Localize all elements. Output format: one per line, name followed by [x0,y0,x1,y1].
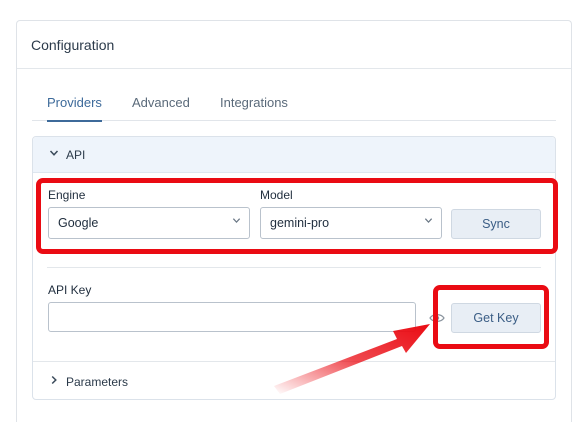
card-title: Configuration [17,21,571,69]
api-key-label: API Key [48,283,92,297]
get-key-button[interactable]: Get Key [451,303,541,333]
tab-bar: Providers Advanced Integrations [32,83,556,122]
sync-button[interactable]: Sync [451,209,541,239]
api-section-title: API [66,147,86,162]
chevron-right-icon [49,375,59,388]
tab-advanced[interactable]: Advanced [132,95,190,120]
configuration-card: Configuration Providers Advanced Integra… [16,20,572,422]
engine-select[interactable]: Google [48,207,250,239]
engine-value: Google [58,216,99,230]
model-value: gemini-pro [270,216,330,230]
parameters-section-title: Parameters [66,374,129,389]
api-panel: API Engine Google Model gemini-pro Sync … [32,136,556,400]
section-divider [47,267,541,268]
parameters-section-header[interactable]: Parameters [33,361,555,401]
tab-providers[interactable]: Providers [47,95,102,122]
chevron-down-icon [424,216,433,228]
engine-label: Engine [48,188,86,202]
model-label: Model [260,188,293,202]
model-select[interactable]: gemini-pro [260,207,442,239]
eye-icon[interactable] [429,311,445,329]
chevron-down-icon [49,148,59,161]
api-section-header[interactable]: API [33,137,555,173]
chevron-down-icon [232,216,241,228]
api-key-input[interactable] [48,302,445,332]
tab-integrations[interactable]: Integrations [220,95,288,120]
